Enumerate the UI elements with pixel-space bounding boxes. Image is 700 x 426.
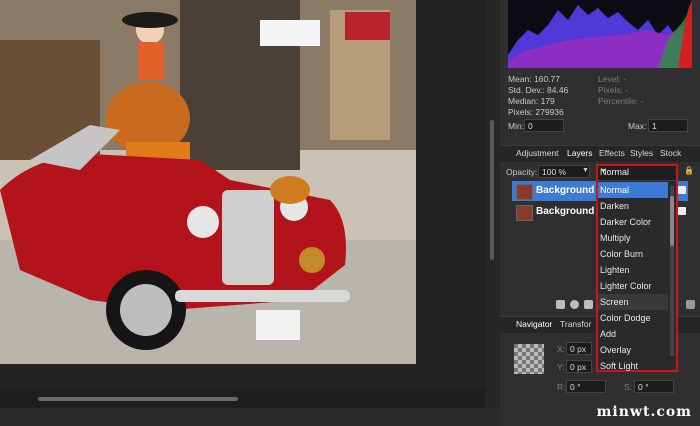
transform-anchor-grid[interactable] bbox=[514, 344, 544, 374]
std-dev-stat: Std. Dev.: 84.46 bbox=[508, 85, 569, 95]
dropdown-scrollbar[interactable] bbox=[670, 186, 674, 356]
pixels-stat: Pixels: 279936 bbox=[508, 107, 564, 117]
lock-icon[interactable]: 🔒 bbox=[684, 166, 694, 175]
blend-mode-dropdown[interactable]: Normal ▼ Normal Darken Darker Color Mult… bbox=[596, 164, 678, 372]
opacity-label: Opacity: bbox=[506, 167, 538, 177]
level-stat: Level: - bbox=[598, 74, 626, 84]
tab-adjustment[interactable]: Adjustment bbox=[516, 148, 559, 158]
fx-icon[interactable] bbox=[584, 300, 593, 309]
percentile-stat: Percentile: - bbox=[598, 96, 644, 106]
blend-option-soft-light[interactable]: Soft Light bbox=[598, 358, 668, 374]
tab-transform[interactable]: Transfor bbox=[560, 319, 591, 329]
mean-stat: Mean: 160.77 bbox=[508, 74, 560, 84]
blend-option-color-dodge[interactable]: Color Dodge bbox=[598, 310, 668, 326]
r-label: R: bbox=[557, 382, 566, 392]
tab-navigator[interactable]: Navigator bbox=[516, 319, 552, 329]
median-stat: Median: 179 bbox=[508, 96, 555, 106]
blend-mode-select[interactable]: Normal ▼ bbox=[598, 166, 676, 181]
adjustment-icon[interactable] bbox=[570, 300, 579, 309]
horizontal-scrollbar[interactable] bbox=[0, 390, 486, 408]
blend-option-multiply[interactable]: Multiply bbox=[598, 230, 668, 246]
blend-option-overlay[interactable]: Overlay bbox=[598, 342, 668, 358]
tab-styles[interactable]: Styles bbox=[630, 148, 653, 158]
min-input[interactable]: 0 bbox=[524, 119, 564, 132]
blend-mode-list: Normal Darken Darker Color Multiply Colo… bbox=[598, 182, 668, 374]
blend-option-screen[interactable]: Screen bbox=[598, 294, 668, 310]
tab-layers[interactable]: Layers bbox=[567, 148, 593, 158]
layer-visibility-checkbox[interactable] bbox=[678, 207, 686, 215]
y-field[interactable]: 0 px bbox=[566, 360, 592, 373]
mask-icon[interactable] bbox=[556, 300, 565, 309]
histogram-graph bbox=[508, 0, 692, 68]
y-label: Y: bbox=[557, 362, 565, 372]
r-field[interactable]: 0 ° bbox=[566, 380, 606, 393]
layer-visibility-checkbox[interactable] bbox=[678, 186, 686, 194]
max-label: Max: bbox=[628, 121, 647, 131]
blend-option-darker-color[interactable]: Darker Color bbox=[598, 214, 668, 230]
chevron-down-icon: ▼ bbox=[600, 168, 607, 175]
x-label: X: bbox=[557, 344, 566, 354]
blend-option-lighter-color[interactable]: Lighter Color bbox=[598, 278, 668, 294]
opacity-dropdown-icon[interactable]: ▼ bbox=[582, 167, 589, 174]
x-field[interactable]: 0 px bbox=[566, 342, 592, 355]
s-label: S: bbox=[624, 382, 633, 392]
tab-stock[interactable]: Stock bbox=[660, 148, 681, 158]
layer-thumbnail bbox=[516, 184, 533, 200]
watermark: minwt.com bbox=[596, 404, 692, 420]
layer-name: Background bbox=[536, 185, 595, 196]
layers-tab-bar: Adjustment Layers Effects Styles Stock bbox=[500, 145, 700, 162]
blend-option-lighten[interactable]: Lighten bbox=[598, 262, 668, 278]
tab-effects[interactable]: Effects bbox=[599, 148, 625, 158]
canvas-area[interactable] bbox=[0, 0, 486, 390]
layer-name: Background ( bbox=[536, 206, 601, 217]
blend-option-color-burn[interactable]: Color Burn bbox=[598, 246, 668, 262]
pixels-stat-2: Pixels: - bbox=[598, 85, 629, 95]
document-image[interactable] bbox=[0, 0, 416, 364]
layer-thumbnail bbox=[516, 205, 533, 221]
blend-option-add[interactable]: Add bbox=[598, 326, 668, 342]
s-field[interactable]: 0 ° bbox=[634, 380, 674, 393]
max-input[interactable]: 1 bbox=[648, 119, 688, 132]
min-label: Min: bbox=[508, 121, 525, 131]
trash-icon[interactable] bbox=[686, 300, 695, 309]
car-photo bbox=[0, 0, 416, 364]
blend-option-normal[interactable]: Normal bbox=[598, 182, 668, 198]
blend-option-darken[interactable]: Darken bbox=[598, 198, 668, 214]
vertical-scrollbar[interactable] bbox=[486, 0, 500, 408]
